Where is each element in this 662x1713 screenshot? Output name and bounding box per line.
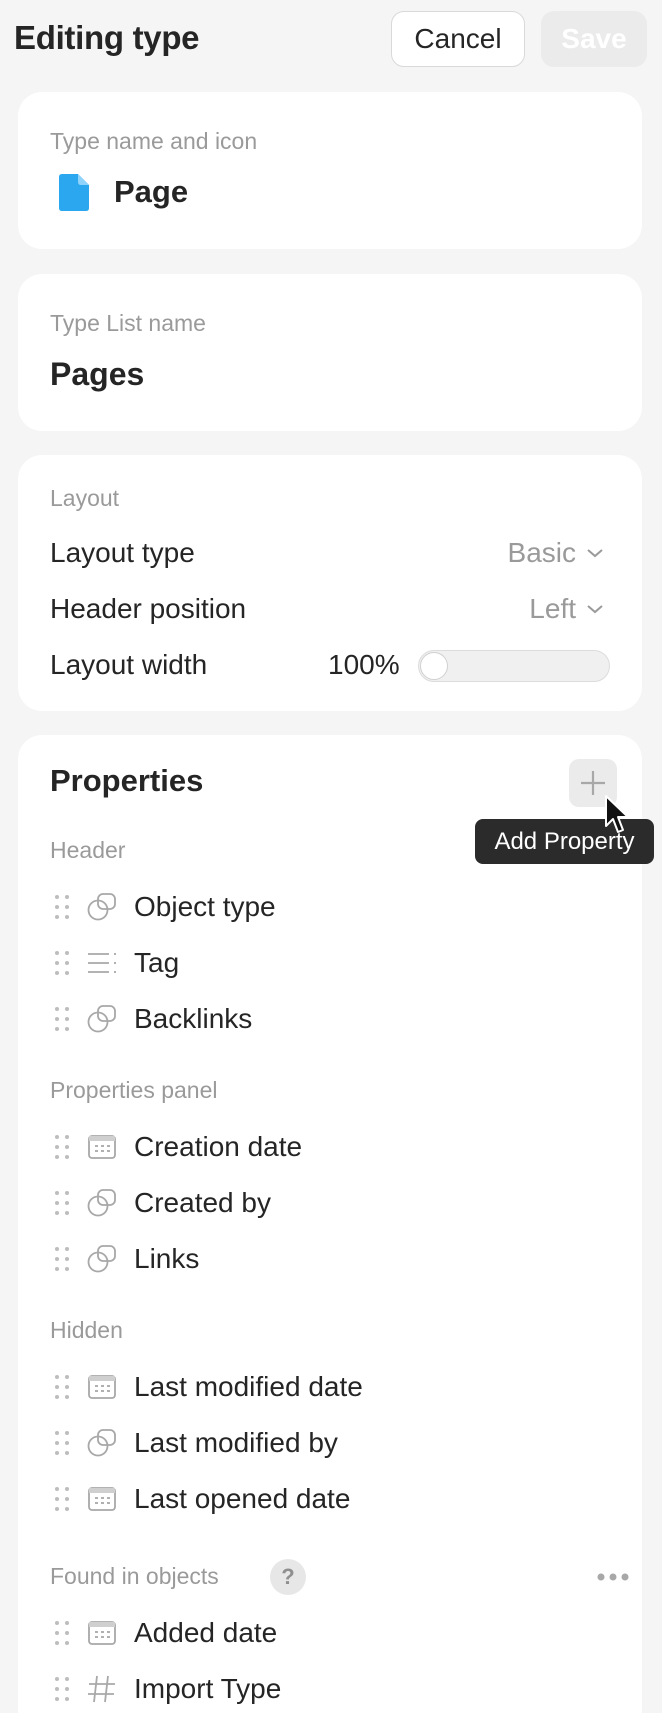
drag-handle-icon[interactable] <box>52 1430 72 1456</box>
save-button[interactable]: Save <box>541 11 647 67</box>
property-name: Last modified date <box>134 1371 363 1402</box>
layout-section-label: Layout <box>50 485 120 511</box>
object-relation-icon <box>87 1005 116 1033</box>
type-name-card: Type name and icon Page <box>18 92 642 249</box>
mouse-cursor-icon <box>605 795 629 833</box>
property-row[interactable]: Import Type <box>50 1667 610 1711</box>
type-name-label: Type name and icon <box>50 128 258 154</box>
object-relation-icon <box>87 893 116 921</box>
layout-width-slider[interactable] <box>418 650 610 682</box>
property-row[interactable]: Tag <box>50 941 610 985</box>
number-hash-icon <box>88 1675 115 1703</box>
property-name: Last opened date <box>134 1483 351 1514</box>
drag-handle-icon[interactable] <box>52 1006 72 1032</box>
more-options-icon[interactable] <box>596 1572 630 1582</box>
help-button[interactable]: ? <box>270 1559 306 1595</box>
drag-handle-icon[interactable] <box>52 950 72 976</box>
properties-card: Properties Header Object type Tag Backli… <box>18 735 642 1713</box>
layout-type-select[interactable]: Basic <box>508 537 604 569</box>
cancel-button[interactable]: Cancel <box>391 11 525 67</box>
calendar-icon <box>88 1375 116 1399</box>
chevron-down-icon <box>587 605 603 614</box>
page-document-icon[interactable] <box>59 174 89 211</box>
drag-handle-icon[interactable] <box>52 1486 72 1512</box>
group-label-found-in-objects: Found in objects <box>50 1563 219 1589</box>
drag-handle-icon[interactable] <box>52 1374 72 1400</box>
drag-handle-icon[interactable] <box>52 1134 72 1160</box>
slider-knob[interactable] <box>420 652 448 680</box>
property-row[interactable]: Object type <box>50 885 610 929</box>
drag-handle-icon[interactable] <box>52 1676 72 1702</box>
property-name: Created by <box>134 1187 271 1218</box>
header-position-value: Left <box>529 593 576 624</box>
property-name: Creation date <box>134 1131 303 1162</box>
group-label-hidden: Hidden <box>50 1317 123 1343</box>
property-row[interactable]: Last modified by <box>50 1421 610 1465</box>
tag-list-icon <box>88 953 116 973</box>
header-position-label: Header position <box>50 593 247 624</box>
drag-handle-icon[interactable] <box>52 1246 72 1272</box>
layout-type-value: Basic <box>507 537 576 568</box>
property-name: Last modified by <box>134 1427 338 1458</box>
property-row[interactable]: Added date <box>50 1611 610 1655</box>
layout-card: Layout Layout type Basic Header position… <box>18 455 642 711</box>
type-name-value[interactable]: Page <box>114 174 188 210</box>
group-label-properties-panel: Properties panel <box>50 1077 218 1103</box>
object-relation-icon <box>87 1245 116 1273</box>
property-name: Backlinks <box>134 1003 253 1034</box>
chevron-down-icon <box>587 549 603 558</box>
type-list-name-card: Type List name Pages <box>18 274 642 431</box>
layout-width-value: 100% <box>328 649 400 680</box>
object-relation-icon <box>87 1429 116 1457</box>
header-position-select[interactable]: Left <box>529 593 604 625</box>
page-title: Editing type <box>14 19 200 56</box>
property-name: Import Type <box>134 1673 282 1704</box>
calendar-icon <box>88 1621 116 1645</box>
property-name: Links <box>134 1243 200 1274</box>
group-label-header: Header <box>50 837 126 863</box>
layout-type-label: Layout type <box>50 537 195 568</box>
drag-handle-icon[interactable] <box>52 894 72 920</box>
type-list-name-label: Type List name <box>50 310 206 336</box>
drag-handle-icon[interactable] <box>52 1190 72 1216</box>
calendar-icon <box>88 1487 116 1511</box>
property-name: Tag <box>134 947 180 978</box>
drag-handle-icon[interactable] <box>52 1620 72 1646</box>
layout-width-label: Layout width <box>50 649 208 680</box>
property-name: Added date <box>134 1617 278 1648</box>
property-row[interactable]: Creation date <box>50 1125 610 1169</box>
calendar-icon <box>88 1135 116 1159</box>
property-row[interactable]: Last opened date <box>50 1477 610 1521</box>
property-row[interactable]: Created by <box>50 1181 610 1225</box>
properties-title: Properties <box>50 763 204 798</box>
property-name: Object type <box>134 891 276 922</box>
property-row[interactable]: Last modified date <box>50 1365 610 1409</box>
property-row[interactable]: Links <box>50 1237 610 1281</box>
object-relation-icon <box>87 1189 116 1217</box>
top-bar: Editing type Cancel Save <box>0 0 662 78</box>
type-list-name-value[interactable]: Pages <box>50 356 144 393</box>
property-row[interactable]: Backlinks <box>50 997 610 1041</box>
